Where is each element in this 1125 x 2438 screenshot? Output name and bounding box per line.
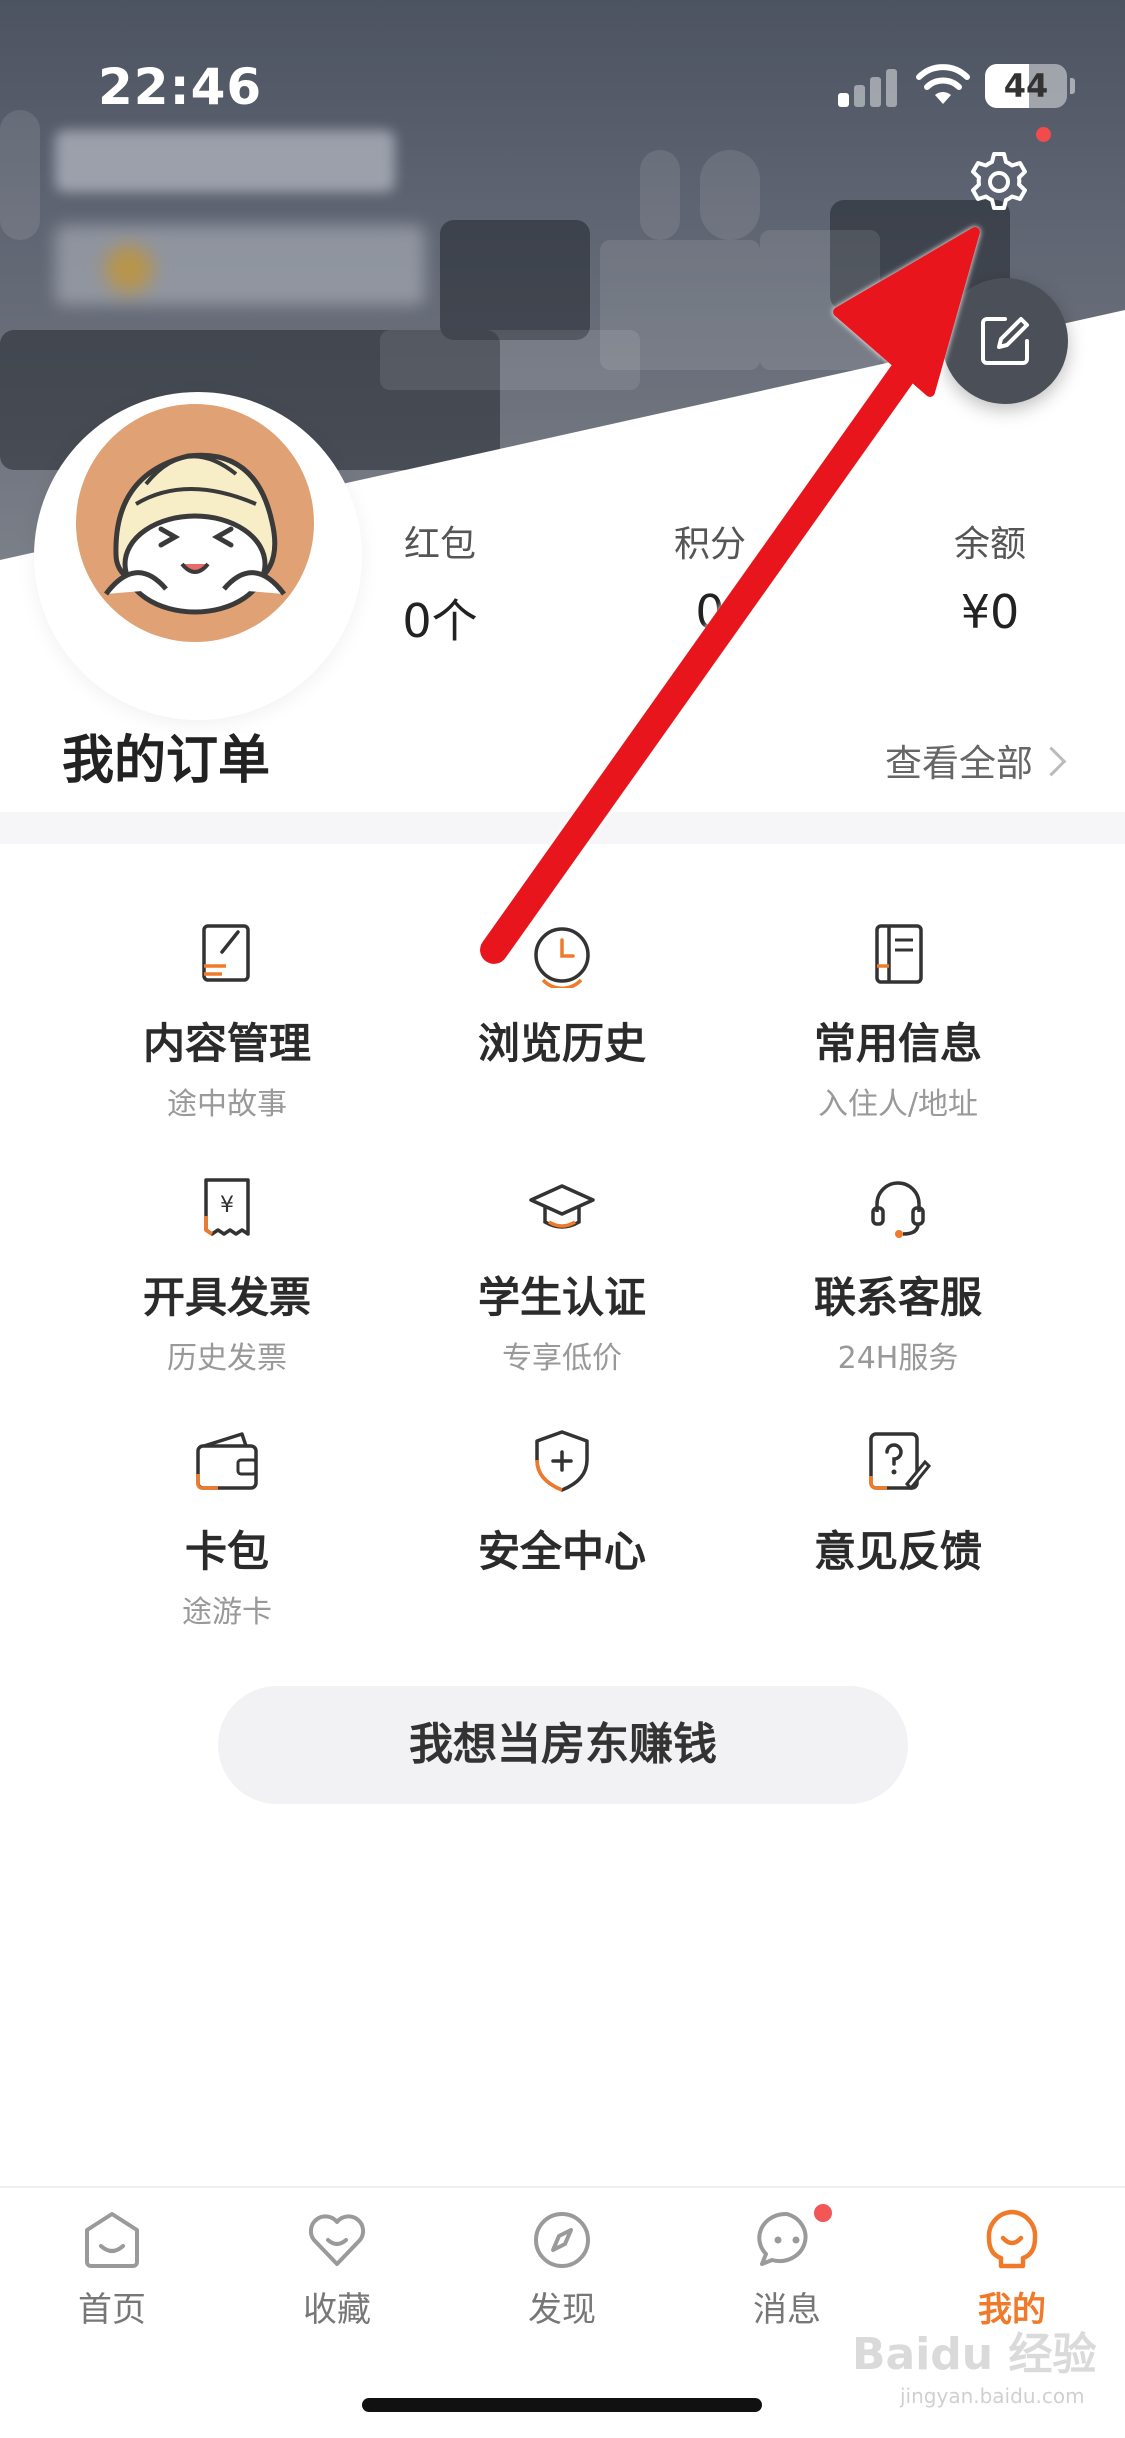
- tab-profile[interactable]: 我的: [932, 2204, 1092, 2331]
- menu-invoice[interactable]: ¥ 开具发票 历史发票: [62, 1172, 392, 1377]
- compass-icon: [534, 2212, 590, 2268]
- stat-label: 红包: [403, 524, 476, 565]
- menu-card-wallet[interactable]: 卡包 途游卡: [62, 1426, 392, 1631]
- wallet-icon: [196, 1432, 258, 1490]
- view-all-label: 查看全部: [885, 742, 1033, 785]
- menu-feedback[interactable]: 意见反馈: [733, 1426, 1063, 1587]
- menu-title: 意见反馈: [813, 1527, 982, 1576]
- menu-title: 卡包: [184, 1527, 269, 1576]
- menu-title: 联系客服: [813, 1273, 982, 1322]
- menu-subtitle: 24H服务: [837, 1341, 959, 1376]
- tab-label: 收藏: [303, 2290, 371, 2330]
- menu-title: 内容管理: [142, 1019, 311, 1068]
- stat-label: 积分: [673, 524, 746, 565]
- menu-customer-service[interactable]: 联系客服 24H服务: [733, 1172, 1063, 1377]
- battery-indicator: 44: [985, 64, 1075, 108]
- menu-subtitle: 途中故事: [167, 1087, 287, 1122]
- menu-security-center[interactable]: 安全中心: [397, 1426, 727, 1587]
- feedback-icon: [869, 1432, 932, 1491]
- menu-title: 开具发票: [142, 1273, 311, 1322]
- shield-icon: [535, 1430, 589, 1492]
- stat-label: 余额: [953, 524, 1026, 565]
- stat-value: 0: [695, 585, 725, 639]
- stat-balance[interactable]: 余额 ¥0: [920, 515, 1060, 639]
- menu-subtitle: 途游卡: [182, 1595, 272, 1630]
- clock-icon: [534, 927, 590, 988]
- menu-subtitle: 入住人/地址: [817, 1087, 979, 1122]
- menu-common-info[interactable]: 常用信息 入住人/地址: [733, 918, 1063, 1123]
- menu-title: 浏览历史: [477, 1019, 646, 1068]
- notebook-icon: [875, 924, 923, 984]
- wifi-icon: [916, 64, 970, 104]
- status-time: 22:46: [98, 58, 263, 116]
- tab-label: 发现: [528, 2290, 596, 2330]
- settings-notification-dot: [1036, 127, 1051, 142]
- menu-title: 常用信息: [813, 1019, 982, 1068]
- menu-content-management[interactable]: 内容管理 途中故事: [62, 918, 392, 1123]
- home-icon: [85, 2212, 139, 2268]
- tab-label: 消息: [753, 2290, 821, 2330]
- menu-student-verification[interactable]: 学生认证 专享低价: [397, 1172, 727, 1377]
- avatar[interactable]: [76, 404, 314, 642]
- graduation-cap-icon: [529, 1184, 595, 1229]
- edit-icon: [981, 317, 1029, 365]
- stat-red-packet[interactable]: 红包 0个: [370, 515, 510, 651]
- menu-title: 安全中心: [477, 1527, 646, 1576]
- chevron-right-icon: [1036, 746, 1067, 777]
- edit-document-icon: [202, 924, 250, 982]
- tab-discover[interactable]: 发现: [482, 2204, 642, 2331]
- stat-points[interactable]: 积分 0: [640, 515, 780, 639]
- menu-title: 学生认证: [477, 1273, 646, 1322]
- tab-label: 首页: [78, 2290, 146, 2330]
- watermark-brand: Baidu 经验: [852, 2329, 1097, 2380]
- heart-icon: [308, 2214, 366, 2266]
- invoice-icon: ¥: [204, 1178, 250, 1236]
- home-indicator[interactable]: [362, 2398, 762, 2412]
- stat-value: 0个: [402, 594, 478, 648]
- menu-subtitle: 专享低价: [502, 1341, 622, 1376]
- watermark-url: jingyan.baidu.com: [900, 2384, 1085, 2408]
- tab-home[interactable]: 首页: [32, 2204, 192, 2331]
- become-landlord-button[interactable]: 我想当房东赚钱: [218, 1686, 908, 1804]
- username-blurred: [55, 130, 395, 192]
- messages-notification-dot: [812, 2202, 834, 2224]
- svg-text:¥: ¥: [220, 1193, 234, 1218]
- menu-subtitle: 历史发票: [167, 1341, 287, 1376]
- headset-icon: [871, 1181, 925, 1238]
- tab-favorites[interactable]: 收藏: [257, 2204, 417, 2331]
- gear-icon[interactable]: [965, 148, 1033, 216]
- section-divider: [0, 812, 1125, 844]
- profile-icon: [986, 2209, 1038, 2269]
- section-title-orders: 我的订单: [62, 731, 271, 791]
- view-all-orders-link[interactable]: 查看全部: [885, 733, 1067, 787]
- edit-profile-button[interactable]: [942, 278, 1068, 404]
- stat-value: ¥0: [960, 585, 1020, 639]
- menu-browse-history[interactable]: 浏览历史: [397, 918, 727, 1079]
- signal-icon: [838, 65, 900, 107]
- tab-messages[interactable]: 消息: [707, 2204, 867, 2331]
- member-level-blurred: [55, 225, 425, 305]
